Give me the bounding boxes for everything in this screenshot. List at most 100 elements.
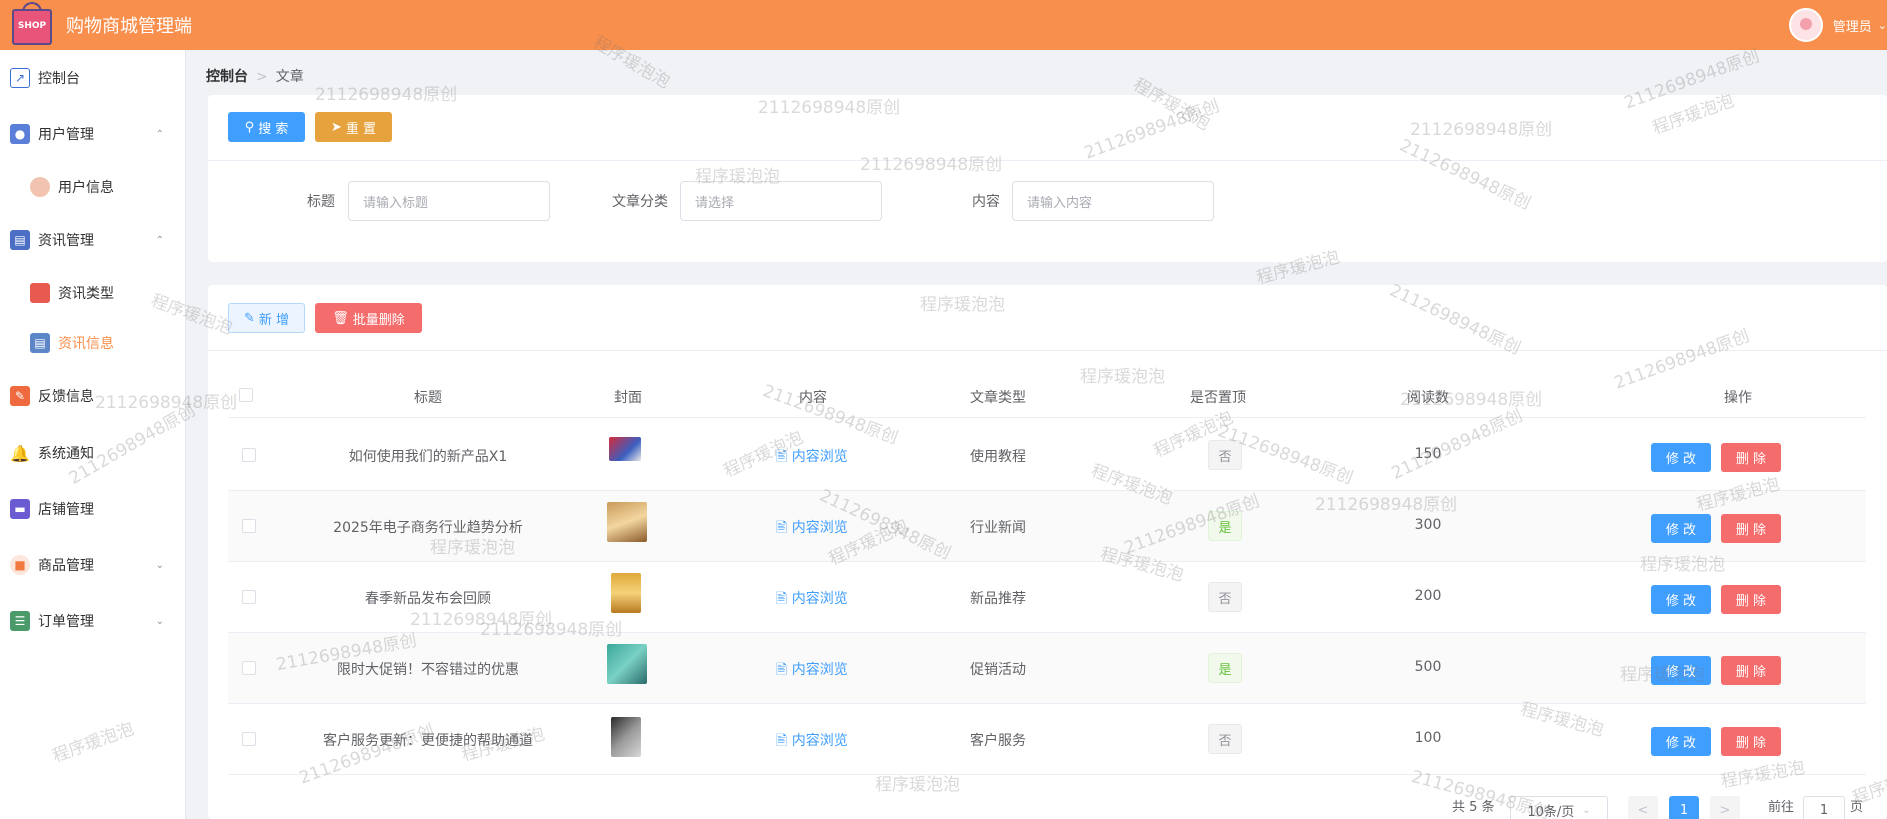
content-view-link[interactable]: 🖹 内容浏览	[776, 446, 848, 470]
content-input-placeholder: 请输入内容	[1027, 195, 1093, 211]
content-input[interactable]: 请输入内容	[1012, 181, 1214, 221]
delete-button[interactable]: 删 除	[1721, 727, 1781, 756]
page-number-current[interactable]: 1	[1669, 796, 1699, 819]
content-view-label: 内容浏览	[791, 520, 848, 536]
add-button[interactable]: ✎ 新 增	[228, 303, 305, 333]
col-pinned: 是否置顶	[1190, 390, 1246, 406]
document-icon: 🖹	[776, 591, 788, 607]
chevron-right-icon: >	[1719, 802, 1731, 818]
breadcrumb: 控制台 > 文章	[206, 66, 304, 86]
cover-image[interactable]	[607, 644, 647, 684]
delete-button[interactable]: 删 除	[1721, 514, 1781, 543]
sidebar-item-product-management[interactable]: ■ 商品管理 ⌄	[0, 545, 186, 585]
bell-icon: 🔔	[10, 443, 30, 463]
table-row: 客户服务更新：更便捷的帮助通道 🖹 内容浏览 客户服务 否 100 修 改 删 …	[228, 704, 1866, 775]
sidebar-item-order-management[interactable]: ☰ 订单管理 ⌄	[0, 601, 186, 641]
sidebar-item-label: 用户管理	[38, 127, 94, 143]
edit-button[interactable]: 修 改	[1651, 585, 1711, 614]
edit-note-icon: ✎	[10, 386, 30, 406]
col-content: 内容	[799, 390, 827, 406]
chevron-up-icon: ⌃	[155, 128, 164, 140]
batch-delete-button[interactable]: 🗑 批量删除	[315, 303, 422, 333]
sidebar-item-dashboard[interactable]: ↗ 控制台	[0, 58, 186, 98]
content-view-label: 内容浏览	[791, 449, 848, 465]
send-icon: ➤	[330, 119, 342, 135]
edit-button[interactable]: 修 改	[1651, 443, 1711, 472]
col-type: 文章类型	[970, 390, 1026, 406]
delete-button[interactable]: 删 除	[1721, 443, 1781, 472]
table-row: 2025年电子商务行业趋势分析 🖹 内容浏览 行业新闻 是 300 修 改 删 …	[228, 491, 1866, 562]
reset-button[interactable]: ➤ 重 置	[315, 112, 392, 142]
user-menu[interactable]: 管理员 ⌄	[1788, 0, 1887, 50]
row-title: 2025年电子商务行业趋势分析	[333, 520, 523, 536]
prev-page-button[interactable]: <	[1628, 796, 1658, 819]
table-row: 春季新品发布会回顾 🖹 内容浏览 新品推荐 否 200 修 改 删 除	[228, 562, 1866, 633]
top-header: SHOP 购物商城管理端 管理员 ⌄	[0, 0, 1887, 50]
sidebar-item-news-info[interactable]: ▤ 资讯信息	[0, 323, 186, 363]
content-filter-label: 内容	[972, 194, 1000, 210]
chart-icon: ↗	[10, 68, 30, 88]
row-title: 限时大促销！不容错过的优惠	[337, 662, 519, 678]
title-input[interactable]: 请输入标题	[348, 181, 550, 221]
content-view-label: 内容浏览	[791, 591, 848, 607]
row-type: 新品推荐	[970, 591, 1026, 607]
trash-icon: 🗑	[332, 310, 349, 326]
sidebar-item-store-management[interactable]: ▬ 店铺管理	[0, 489, 186, 529]
category-select[interactable]: 请选择	[680, 181, 882, 221]
cover-image[interactable]	[611, 573, 641, 613]
sidebar-item-feedback[interactable]: ✎ 反馈信息	[0, 376, 186, 416]
document-icon: 🖹	[776, 449, 788, 465]
search-panel	[208, 95, 1887, 262]
sidebar-item-news-management[interactable]: ▤ 资讯管理 ⌃	[0, 220, 186, 260]
content-view-link[interactable]: 🖹 内容浏览	[776, 659, 848, 683]
delete-button[interactable]: 删 除	[1721, 656, 1781, 685]
delete-button[interactable]: 删 除	[1721, 585, 1781, 614]
edit-button[interactable]: 修 改	[1651, 727, 1711, 756]
row-title: 如何使用我们的新产品X1	[348, 449, 508, 465]
avatar[interactable]	[1788, 8, 1823, 42]
row-checkbox[interactable]	[242, 732, 256, 746]
breadcrumb-home[interactable]: 控制台	[206, 69, 248, 85]
content-view-link[interactable]: 🖹 内容浏览	[776, 517, 848, 541]
row-type: 客户服务	[970, 733, 1026, 749]
goto-page-input[interactable]: 1	[1803, 796, 1845, 819]
sidebar-item-label: 资讯信息	[58, 336, 114, 352]
row-checkbox[interactable]	[242, 590, 256, 604]
row-reads: 300	[1414, 517, 1442, 533]
content-view-label: 内容浏览	[791, 733, 848, 749]
content-view-link[interactable]: 🖹 内容浏览	[776, 588, 848, 612]
cover-image[interactable]	[611, 717, 641, 757]
reset-button-label: 重 置	[345, 121, 377, 137]
select-all-checkbox[interactable]	[239, 388, 253, 402]
row-checkbox[interactable]	[242, 661, 256, 675]
chevron-down-icon[interactable]: ⌄	[1878, 19, 1887, 32]
row-reads: 100	[1414, 730, 1442, 746]
sidebar-item-user-management[interactable]: ● 用户管理 ⌃	[0, 114, 186, 154]
breadcrumb-current: 文章	[275, 69, 304, 85]
row-checkbox[interactable]	[242, 519, 256, 533]
search-button-label: 搜 索	[258, 121, 289, 137]
document-icon: 🖹	[776, 662, 788, 678]
edit-button[interactable]: 修 改	[1651, 514, 1711, 543]
page-size-select[interactable]: 10条/页 ⌄	[1510, 796, 1608, 819]
col-reads: 阅读数	[1407, 390, 1449, 406]
sidebar-item-label: 资讯管理	[38, 233, 94, 249]
next-page-button[interactable]: >	[1710, 796, 1740, 819]
search-button[interactable]: ⚲ 搜 索	[228, 112, 305, 142]
username[interactable]: 管理员	[1833, 16, 1872, 35]
divider	[208, 350, 1887, 351]
title-filter-label: 标题	[307, 194, 335, 210]
sidebar-item-news-type[interactable]: 资讯类型	[0, 273, 186, 313]
cover-image[interactable]	[607, 502, 647, 542]
sidebar-item-user-info[interactable]: 用户信息	[0, 167, 186, 207]
person-icon	[30, 177, 50, 197]
cover-image[interactable]	[609, 437, 641, 461]
divider	[208, 160, 1887, 161]
content-view-link[interactable]: 🖹 内容浏览	[776, 730, 848, 754]
title-input-placeholder: 请输入标题	[363, 195, 429, 211]
sidebar-item-label: 反馈信息	[38, 389, 94, 405]
row-checkbox[interactable]	[242, 448, 256, 462]
edit-button[interactable]: 修 改	[1651, 656, 1711, 685]
goto-suffix: 页	[1850, 800, 1864, 815]
sidebar-item-notifications[interactable]: 🔔 系统通知	[0, 433, 186, 473]
